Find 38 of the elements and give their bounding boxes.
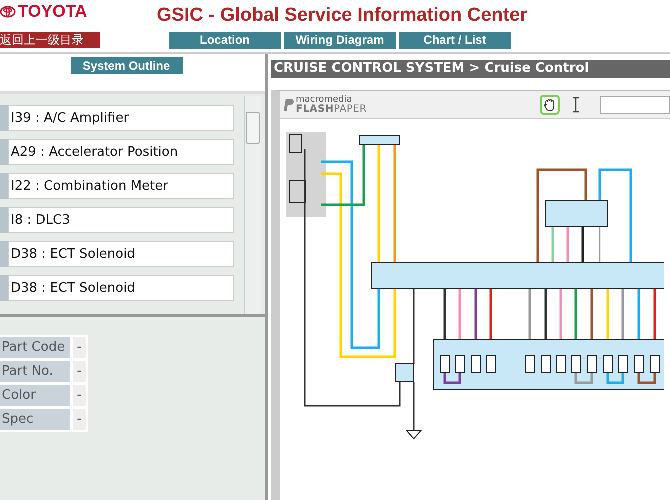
back-button[interactable]: 返回上一级目录 (0, 32, 100, 48)
nav-tab[interactable]: Location (169, 32, 281, 48)
scrollbar[interactable] (244, 96, 261, 314)
brand-name: TOYOTA (18, 2, 88, 22)
item-marker (0, 207, 8, 233)
nav-tab[interactable]: Wiring Diagram (284, 32, 396, 48)
nav-tab[interactable]: Chart / List (399, 32, 511, 48)
part-list-item[interactable]: D38 : ECT Solenoid (8, 241, 234, 267)
part-list-item[interactable]: A29 : Accelerator Position (8, 139, 234, 165)
item-marker (0, 241, 8, 267)
part-list-item[interactable]: D38 : ECT Solenoid (8, 275, 234, 301)
part-list-item[interactable]: I22 : Combination Meter (8, 173, 234, 199)
breadcrumb-bar: CRUISE CONTROL SYSTEM > Cruise Control (271, 60, 670, 78)
hand-icon (543, 98, 557, 112)
detail-label: Part Code (0, 337, 70, 358)
system-outline-button[interactable]: System Outline (70, 57, 182, 74)
logo-text: macromedia (296, 96, 354, 104)
tool-button[interactable] (540, 94, 560, 114)
item-marker (0, 105, 8, 131)
text-cursor-icon (572, 96, 580, 112)
scroll-thumb[interactable] (246, 112, 260, 144)
item-marker (0, 173, 8, 199)
part-list-item[interactable]: I8 : DLC3 (8, 207, 234, 233)
search-field[interactable] (600, 96, 670, 114)
flashpaper-logo-icon (282, 98, 294, 112)
toyota-logo-icon (0, 6, 16, 18)
page-title: GSIC - Global Service Information Center (157, 4, 528, 27)
detail-label: Part No. (0, 361, 70, 382)
detail-label: Spec (0, 409, 70, 430)
detail-label: Color (0, 385, 70, 406)
detail-value: - (73, 409, 86, 430)
detail-value: - (73, 337, 86, 358)
part-list-item[interactable]: I39 : A/C Amplifier (8, 105, 234, 131)
logo-text: FLASHPAPER (296, 104, 368, 114)
detail-value: - (73, 385, 86, 406)
item-marker (0, 139, 8, 165)
detail-value: - (73, 361, 86, 382)
item-marker (0, 275, 8, 301)
